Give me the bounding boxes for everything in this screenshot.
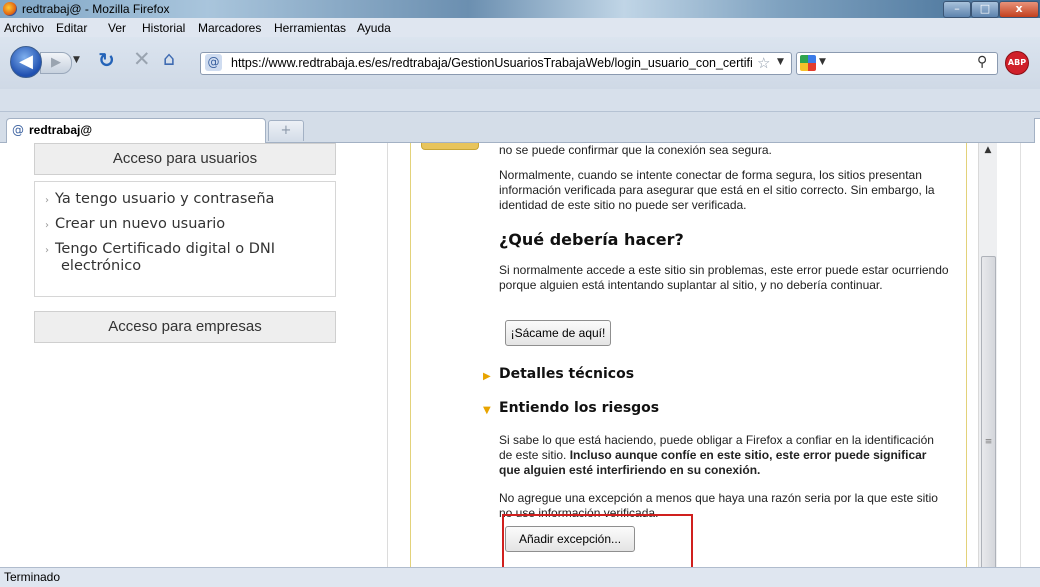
- bullet-icon: ›: [45, 195, 49, 206]
- error-paragraph-1: Normalmente, cuando se intente conectar …: [499, 168, 935, 212]
- column-divider: [387, 143, 388, 567]
- users-links-box: › Ya tengo usuario y contraseña › Crear un…: [34, 181, 336, 297]
- window-title: redtrabaj@ - Mozilla Firefox: [22, 2, 170, 16]
- address-bar[interactable]: @ https://www.redtrabaja.es/es/redtrabaj…: [200, 52, 792, 75]
- link-existing-user-label[interactable]: Ya tengo usuario y contraseña: [55, 191, 274, 207]
- search-engine-dropdown-icon[interactable]: ▼: [819, 57, 826, 67]
- maximize-button[interactable]: □: [971, 1, 999, 18]
- menu-editar[interactable]: Editar: [56, 21, 87, 35]
- right-edge-strip: [1020, 143, 1040, 567]
- tab-redtrabaja[interactable]: @ redtrabaj@: [6, 118, 266, 143]
- menu-marcadores[interactable]: Marcadores: [198, 21, 261, 35]
- url-text[interactable]: https://www.redtrabaja.es/es/redtrabaja/…: [231, 56, 753, 70]
- forward-button[interactable]: ▶: [40, 52, 72, 74]
- error-intro-text: no se puede confirmar que la conexión se…: [499, 143, 772, 157]
- scroll-thumb[interactable]: ≡: [981, 256, 996, 567]
- vertical-scrollbar[interactable]: ▲ ≡: [978, 143, 997, 567]
- menu-historial[interactable]: Historial: [142, 21, 185, 35]
- tab-favicon-icon: @: [12, 123, 24, 137]
- search-engine-icon[interactable]: [800, 55, 816, 71]
- error-paragraph-2: Si normalmente accede a este sitio sin p…: [499, 263, 949, 292]
- reload-icon[interactable]: ↻: [98, 48, 115, 72]
- menu-ayuda[interactable]: Ayuda: [357, 21, 391, 35]
- bookmarks-toolbar: [0, 89, 1040, 112]
- tab-strip: @ redtrabaj@ +: [0, 112, 1040, 144]
- certificate-error-panel: no se puede confirmar que la conexión se…: [410, 143, 967, 567]
- firefox-logo-icon: [3, 2, 17, 16]
- link-existing-user[interactable]: › Ya tengo usuario y contraseña: [45, 191, 274, 207]
- new-tab-button[interactable]: +: [268, 120, 304, 141]
- understand-risks-heading[interactable]: Entiendo los riesgos: [499, 400, 659, 416]
- technical-details-heading[interactable]: Detalles técnicos: [499, 366, 634, 382]
- stop-icon[interactable]: ✕: [133, 47, 151, 71]
- back-button[interactable]: ◀: [10, 46, 42, 78]
- collapse-triangle-icon[interactable]: ▼: [483, 405, 491, 416]
- title-bar: redtrabaj@ - Mozilla Firefox – □ x: [0, 0, 1040, 18]
- users-access-header: Acceso para usuarios: [34, 143, 336, 175]
- menu-herramientas[interactable]: Herramientas: [274, 21, 346, 35]
- tab-label: redtrabaj@: [29, 123, 93, 137]
- status-text: Terminado: [4, 570, 61, 584]
- navigation-toolbar: ▶ ◀ ▼ ↻ ✕ ⌂ @ https://www.redtrabaja.es/…: [0, 37, 1040, 89]
- link-digital-certificate-cont[interactable]: electrónico: [61, 258, 141, 274]
- warning-icon: [421, 143, 479, 150]
- tab-overflow-edge: [1034, 118, 1040, 144]
- url-dropdown-icon[interactable]: ▼: [777, 57, 784, 67]
- site-identity-icon[interactable]: @: [205, 54, 222, 71]
- search-bar[interactable]: ▼ ⚲: [796, 52, 998, 75]
- adblock-plus-icon[interactable]: ABP: [1005, 51, 1029, 75]
- bookmark-star-icon[interactable]: ☆: [757, 54, 770, 72]
- menu-ver[interactable]: Ver: [108, 21, 126, 35]
- link-digital-certificate-label[interactable]: Tengo Certificado digital o DNI: [55, 241, 275, 257]
- highlight-box: [502, 514, 693, 567]
- minimize-button[interactable]: –: [943, 1, 971, 18]
- get-me-out-button[interactable]: ¡Sácame de aquí!: [505, 320, 611, 346]
- history-dropdown-icon[interactable]: ▼: [73, 55, 80, 65]
- page-content: Acceso para usuarios › Ya tengo usuario y…: [0, 143, 1040, 567]
- link-digital-certificate[interactable]: › Tengo Certificado digital o DNI: [45, 241, 275, 257]
- bullet-icon: ›: [45, 245, 49, 256]
- expand-triangle-icon[interactable]: ▶: [483, 371, 491, 382]
- menu-bar: Archivo Editar Ver Historial Marcadores …: [0, 18, 1040, 37]
- bullet-icon: ›: [45, 220, 49, 231]
- link-new-user[interactable]: › Crear un nuevo usuario: [45, 216, 225, 232]
- what-should-i-do-heading: ¿Qué debería hacer?: [499, 230, 684, 249]
- scroll-grip-icon: ≡: [984, 437, 993, 447]
- search-icon[interactable]: ⚲: [977, 54, 987, 70]
- menu-archivo[interactable]: Archivo: [4, 21, 44, 35]
- link-new-user-label[interactable]: Crear un nuevo usuario: [55, 216, 225, 232]
- home-icon[interactable]: ⌂: [163, 48, 175, 70]
- status-bar: Terminado: [0, 567, 1040, 587]
- companies-access-header[interactable]: Acceso para empresas: [34, 311, 336, 343]
- close-button[interactable]: x: [999, 1, 1039, 18]
- error-paragraph-3: Si sabe lo que está haciendo, puede obli…: [499, 433, 949, 478]
- scroll-up-icon[interactable]: ▲: [981, 145, 995, 155]
